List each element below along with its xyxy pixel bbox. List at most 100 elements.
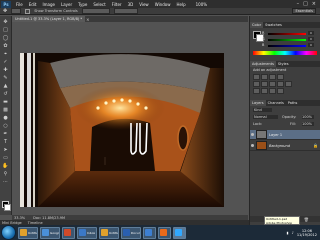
start-button[interactable] (1, 225, 16, 240)
tab-channels[interactable]: Channels (266, 100, 286, 106)
transform-controls-checkbox[interactable] (25, 8, 31, 14)
distribute-buttons[interactable] (113, 8, 138, 14)
menu-window[interactable]: Window (152, 2, 174, 7)
layer-name[interactable]: Layer 1 (269, 133, 282, 137)
tab-layers[interactable]: Layers (250, 100, 266, 106)
opacity-value[interactable]: 100% (302, 115, 314, 119)
more-tools-icon[interactable]: ⋯ (2, 179, 9, 185)
close-icon[interactable]: × (312, 1, 316, 7)
layer-name[interactable]: Background (269, 144, 290, 148)
blue-slider[interactable]: B 0 (262, 43, 314, 47)
color-spectrum-ramp[interactable] (253, 51, 317, 55)
black-white-adjustment-icon[interactable] (277, 81, 284, 87)
brightness-adjustment-icon[interactable] (253, 74, 260, 80)
color-balance-adjustment-icon[interactable] (269, 81, 276, 87)
path-select-tool-icon[interactable]: ➤ (2, 147, 9, 153)
layer-kind-filter[interactable]: Kind (253, 108, 272, 112)
menu-filter[interactable]: Filter (109, 2, 125, 7)
menu-file[interactable]: File (13, 2, 26, 7)
green-slider-value[interactable]: 0 (308, 37, 314, 41)
posterize-adjustment-icon[interactable] (261, 88, 268, 94)
green-slider[interactable]: G 0 (262, 37, 314, 41)
eyedropper-tool-icon[interactable]: ✓ (2, 59, 9, 65)
layer-row[interactable]: Background 🔒 (250, 141, 320, 151)
menu-type[interactable]: Type (75, 2, 90, 7)
workspace-switcher[interactable]: Essentials (292, 8, 316, 14)
tab-adjustments[interactable]: Adjustments (250, 61, 276, 67)
levels-adjustment-icon[interactable] (261, 74, 268, 80)
taskbar-item-paint[interactable]: Untitled - Paint (18, 226, 38, 239)
curves-adjustment-icon[interactable] (269, 74, 276, 80)
taskbar-item-firefox[interactable] (158, 226, 171, 239)
zoom-level[interactable]: 100% (193, 2, 210, 7)
crop-tool-icon[interactable]: ⌖ (2, 51, 9, 57)
background-color-swatch[interactable] (4, 204, 11, 211)
eye-icon[interactable] (251, 144, 254, 147)
document-tab[interactable]: Untitled-1 @ 33.3% (Layer 1, RGB/8) * (12, 16, 86, 22)
volume-icon[interactable]: ♪ (292, 231, 294, 235)
clock[interactable]: 12:06 11/19/2012 (297, 229, 317, 237)
move-tool-icon[interactable]: ✥ (3, 8, 7, 14)
align-buttons[interactable] (81, 8, 110, 14)
blur-tool-icon[interactable]: ● (2, 115, 9, 121)
blue-slider-track[interactable] (268, 45, 306, 47)
red-slider-track[interactable] (268, 33, 306, 35)
hand-tool-icon[interactable]: ✋ (2, 163, 9, 169)
shape-tool-icon[interactable]: ▭ (2, 155, 9, 161)
lasso-tool-icon[interactable]: ◯ (2, 35, 9, 41)
menu-3d[interactable]: 3D (125, 2, 137, 7)
brush-tool-icon[interactable]: ✎ (2, 75, 9, 81)
taskbar-item-word[interactable]: Docum... (121, 226, 141, 239)
pen-tool-icon[interactable]: ✒ (2, 131, 9, 137)
gradient-tool-icon[interactable]: ▩ (2, 107, 9, 113)
menu-image[interactable]: Image (39, 2, 58, 7)
menu-help[interactable]: Help (173, 2, 188, 7)
exposure-adjustment-icon[interactable] (277, 74, 284, 80)
blue-slider-value[interactable]: 0 (308, 43, 314, 47)
blend-mode-select[interactable]: Normal (253, 115, 278, 119)
taskbar-item-browser[interactable]: Google - Wind... (40, 226, 60, 239)
close-tab-icon[interactable]: × (86, 17, 89, 22)
mini-bridge-tab[interactable]: Mini Bridge (2, 221, 22, 225)
hue-saturation-adjustment-icon[interactable] (261, 81, 268, 87)
type-tool-icon[interactable]: T (2, 139, 9, 145)
maximize-icon[interactable]: □ (303, 1, 308, 7)
dodge-tool-icon[interactable]: ○ (2, 123, 9, 129)
status-zoom[interactable]: 33.3% (14, 216, 25, 220)
zoom-tool-icon[interactable]: ⚲ (2, 171, 9, 177)
menu-layer[interactable]: Layer (58, 2, 75, 7)
eraser-tool-icon[interactable]: ▬ (2, 99, 9, 105)
healing-brush-tool-icon[interactable]: ✚ (2, 67, 9, 73)
fill-value[interactable]: 100% (302, 122, 314, 126)
menu-view[interactable]: View (136, 2, 152, 7)
red-slider[interactable]: R 0 (262, 31, 314, 35)
minimize-icon[interactable]: – (297, 1, 300, 7)
tab-swatches[interactable]: Swatches (263, 22, 284, 28)
marquee-tool-icon[interactable]: □ (2, 27, 9, 33)
auto-select-dropdown[interactable] (11, 8, 22, 14)
trash-icon[interactable]: 🗑 (304, 217, 309, 222)
menu-select[interactable]: Select (90, 2, 108, 7)
move-tool-icon[interactable]: ✥ (2, 19, 9, 25)
taskbar-item-paint-2[interactable]: Untitled - Pai... (99, 226, 119, 239)
red-slider-value[interactable]: 0 (308, 31, 314, 35)
taskbar-item-photoshop[interactable] (173, 226, 186, 239)
green-slider-track[interactable] (268, 39, 306, 41)
photo-filter-adjustment-icon[interactable] (285, 81, 292, 87)
timeline-tab[interactable]: Timeline (28, 221, 43, 225)
tab-paths[interactable]: Paths (286, 100, 300, 106)
network-icon[interactable]: ▮ (287, 231, 289, 235)
threshold-adjustment-icon[interactable] (269, 88, 276, 94)
layer-row[interactable]: Layer 1 (250, 130, 320, 140)
tab-styles[interactable]: Styles (276, 61, 291, 67)
history-brush-tool-icon[interactable]: ↺ (2, 91, 9, 97)
menu-edit[interactable]: Edit (26, 2, 40, 7)
taskbar-item-ie[interactable] (143, 226, 156, 239)
vibrance-adjustment-icon[interactable] (253, 81, 260, 87)
tab-color[interactable]: Color (250, 22, 264, 28)
taskbar-item-outlook[interactable]: Inbox - Outl... (77, 226, 97, 239)
invert-adjustment-icon[interactable] (253, 88, 260, 94)
document-canvas[interactable] (20, 53, 224, 207)
taskbar-item-app[interactable] (62, 226, 75, 239)
clone-stamp-tool-icon[interactable]: ▲ (2, 83, 9, 89)
